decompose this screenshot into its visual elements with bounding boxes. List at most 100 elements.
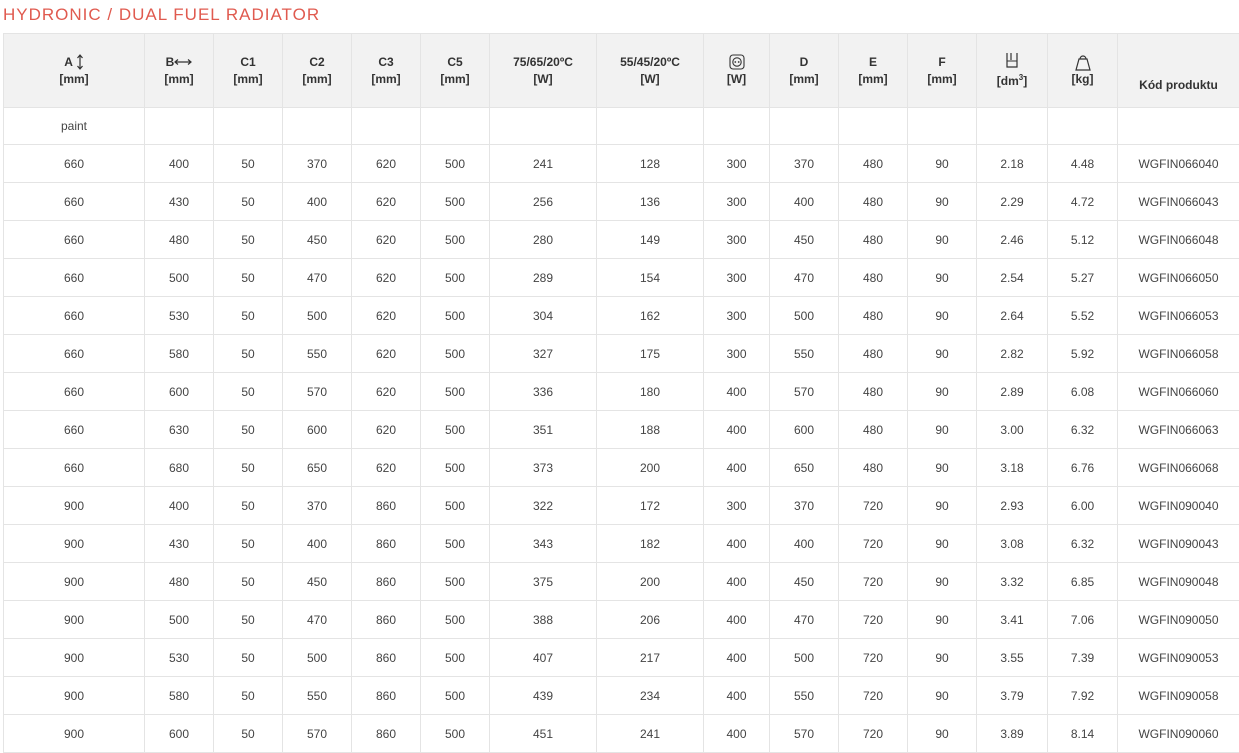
- col-header-c2: C2[mm]: [283, 34, 352, 108]
- page-title: HYDRONIC / DUAL FUEL RADIATOR: [3, 5, 320, 25]
- cell-volume: 2.82: [977, 335, 1048, 373]
- cell-code: WGFIN090050: [1118, 601, 1239, 639]
- cell-volume: 2.46: [977, 221, 1048, 259]
- cell-b: 530: [145, 639, 214, 677]
- cell-c2: 600: [283, 411, 352, 449]
- cell-a: 900: [4, 639, 145, 677]
- cell-heater: 300: [704, 221, 770, 259]
- cell-e: 720: [839, 563, 908, 601]
- cell-code: WGFIN090058: [1118, 677, 1239, 715]
- cell-f: 90: [908, 563, 977, 601]
- col-header-weight: [kg]: [1048, 34, 1118, 108]
- cell-e: 480: [839, 373, 908, 411]
- cell-c3: 860: [352, 601, 421, 639]
- cell-c5: 500: [421, 221, 490, 259]
- cell-b: 630: [145, 411, 214, 449]
- cell-c1: 50: [214, 487, 283, 525]
- cell-weight: 5.12: [1048, 221, 1118, 259]
- cell-power-75: 289: [490, 259, 597, 297]
- cell-c1: 50: [214, 259, 283, 297]
- cell-c1: 50: [214, 639, 283, 677]
- cell-power-55: 188: [597, 411, 704, 449]
- cell-d: 400: [770, 525, 839, 563]
- cell-volume: 3.41: [977, 601, 1048, 639]
- water-container-icon: [1005, 52, 1019, 69]
- cell-c3: 860: [352, 487, 421, 525]
- cell-a: 660: [4, 335, 145, 373]
- table-row: 66043050400620500256136300400480902.294.…: [4, 183, 1239, 221]
- cell-weight: 6.08: [1048, 373, 1118, 411]
- cell-d: 550: [770, 335, 839, 373]
- cell-d: 550: [770, 677, 839, 715]
- cell-heater: 300: [704, 259, 770, 297]
- cell-code: WGFIN090053: [1118, 639, 1239, 677]
- cell-c5: 500: [421, 677, 490, 715]
- cell-e: 480: [839, 411, 908, 449]
- cell-b: 680: [145, 449, 214, 487]
- col-header-d-label: D: [770, 54, 838, 71]
- cell-b: 400: [145, 487, 214, 525]
- cell-d: 400: [770, 183, 839, 221]
- cell-d: 500: [770, 297, 839, 335]
- cell-f: 90: [908, 601, 977, 639]
- cell-c3: 620: [352, 145, 421, 183]
- cell-f: 90: [908, 183, 977, 221]
- cell-d: 500: [770, 639, 839, 677]
- cell-c3: 860: [352, 677, 421, 715]
- col-header-weight-unit: [kg]: [1048, 71, 1117, 88]
- col-header-a-label: A: [64, 55, 72, 69]
- cell-f: 90: [908, 145, 977, 183]
- col-header-f-label: F: [908, 54, 976, 71]
- cell-c3: 620: [352, 297, 421, 335]
- cell-f: 90: [908, 259, 977, 297]
- cell-code: WGFIN066048: [1118, 221, 1239, 259]
- cell-power-55: 149: [597, 221, 704, 259]
- table-header-row: A [mm] B [mm] C1[mm] C2[mm] C3[mm] C5[mm…: [4, 34, 1239, 108]
- table-row: 90058050550860500439234400550720903.797.…: [4, 677, 1239, 715]
- cell-c3: 860: [352, 525, 421, 563]
- col-header-d: D[mm]: [770, 34, 839, 108]
- cell-d: 650: [770, 449, 839, 487]
- col-header-c3-unit: [mm]: [352, 71, 420, 88]
- cell-b: 500: [145, 259, 214, 297]
- table-row: 66060050570620500336180400570480902.896.…: [4, 373, 1239, 411]
- cell-c5: 500: [421, 601, 490, 639]
- table-row: 66048050450620500280149300450480902.465.…: [4, 221, 1239, 259]
- cell-f: 90: [908, 221, 977, 259]
- spec-table: A [mm] B [mm] C1[mm] C2[mm] C3[mm] C5[mm…: [3, 33, 1239, 753]
- cell-power-75: 351: [490, 411, 597, 449]
- cell-volume: 3.08: [977, 525, 1048, 563]
- cell-c5: 500: [421, 639, 490, 677]
- cell-a: 900: [4, 487, 145, 525]
- cell-code: WGFIN066053: [1118, 297, 1239, 335]
- table-row: 90050050470860500388206400470720903.417.…: [4, 601, 1239, 639]
- cell-power-75: 280: [490, 221, 597, 259]
- cell-heater: 400: [704, 601, 770, 639]
- cell-volume: 3.32: [977, 563, 1048, 601]
- cell-power-55: 206: [597, 601, 704, 639]
- cell-d: 450: [770, 563, 839, 601]
- table-row: 66050050470620500289154300470480902.545.…: [4, 259, 1239, 297]
- cell-power-55: 217: [597, 639, 704, 677]
- power-socket-icon: [729, 54, 745, 70]
- cell-code: WGFIN066058: [1118, 335, 1239, 373]
- cell-f: 90: [908, 677, 977, 715]
- cell-volume: 3.55: [977, 639, 1048, 677]
- paint-label: paint: [4, 108, 145, 145]
- cell-weight: 6.32: [1048, 411, 1118, 449]
- cell-volume: 2.93: [977, 487, 1048, 525]
- table-row: 66040050370620500241128300370480902.184.…: [4, 145, 1239, 183]
- vertical-arrow-icon: [76, 54, 84, 70]
- cell-e: 480: [839, 449, 908, 487]
- cell-c5: 500: [421, 563, 490, 601]
- horizontal-arrow-icon: [174, 58, 192, 66]
- cell-a: 900: [4, 525, 145, 563]
- cell-c1: 50: [214, 563, 283, 601]
- paint-row: paint: [4, 108, 1239, 145]
- cell-power-55: 136: [597, 183, 704, 221]
- cell-b: 580: [145, 677, 214, 715]
- cell-power-75: 439: [490, 677, 597, 715]
- col-header-b: B [mm]: [145, 34, 214, 108]
- weight-icon: [1074, 54, 1092, 71]
- cell-a: 900: [4, 563, 145, 601]
